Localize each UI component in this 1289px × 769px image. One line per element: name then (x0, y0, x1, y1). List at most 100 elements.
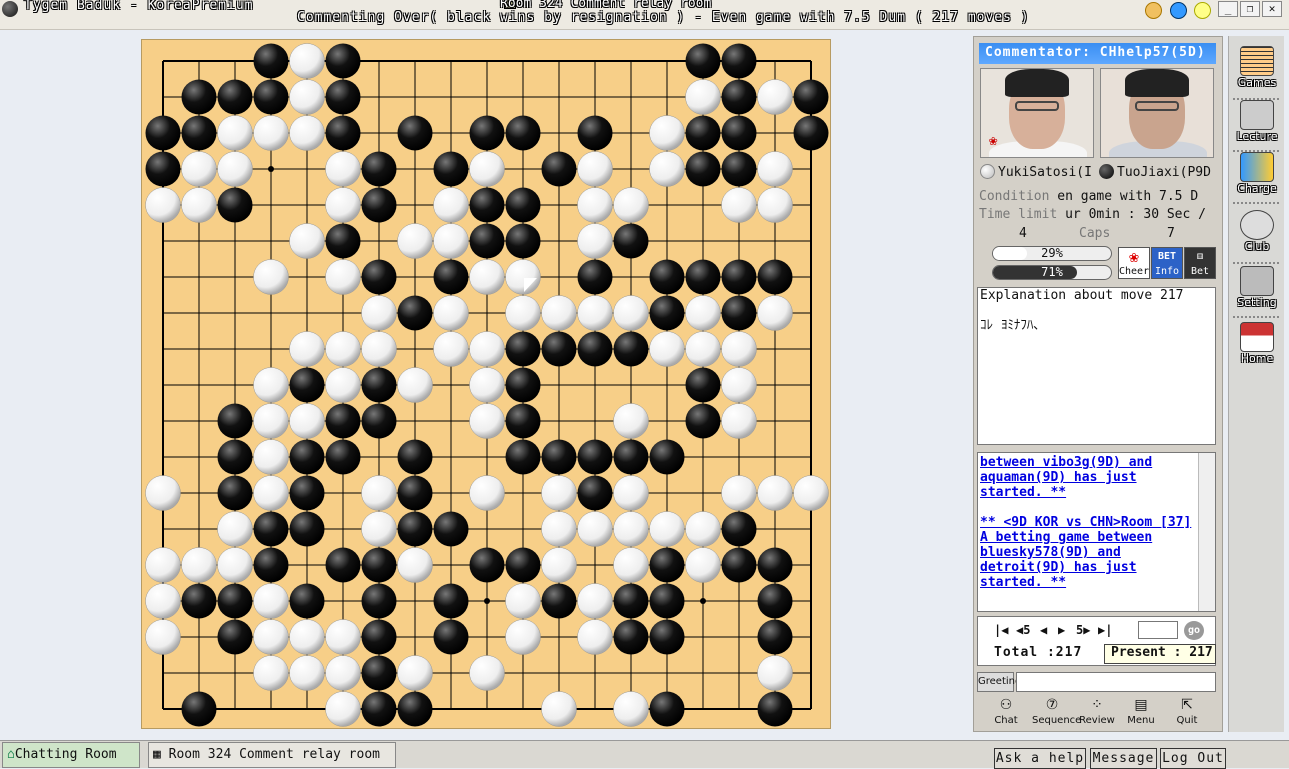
minimize-button[interactable]: _ (1218, 1, 1238, 17)
chat-button[interactable]: ⚇ Chat (986, 697, 1026, 729)
menu-separator (1233, 202, 1279, 204)
black-stone (397, 511, 433, 547)
review-label: Review (1079, 715, 1115, 726)
main-menu-bar: Games Lecture Charge Club Setting Home (1228, 36, 1284, 732)
cheer-button[interactable]: ❀ Cheer (1118, 247, 1150, 279)
white-stone (469, 403, 505, 439)
black-stone (289, 475, 325, 511)
search-icon[interactable] (1170, 2, 1187, 19)
white-stone (793, 475, 829, 511)
info-button[interactable]: BET Info (1151, 247, 1183, 279)
charge-label: Charge (1237, 182, 1277, 195)
first-move-button[interactable]: |◀ (994, 623, 1008, 637)
lecture-menu-item[interactable]: Lecture (1231, 96, 1283, 150)
tab-room-324[interactable]: ▦ Room 324 Comment relay room (148, 742, 396, 768)
white-stone (613, 511, 649, 547)
tab-chatting-room[interactable]: ⌂Chatting Room (2, 742, 140, 768)
black-stone (433, 151, 469, 187)
black-stone (361, 259, 397, 295)
white-stone (685, 331, 721, 367)
white-stone-icon (980, 164, 995, 179)
white-stone (217, 547, 253, 583)
black-stone (541, 439, 577, 475)
chat-scrollbar[interactable] (1198, 453, 1215, 611)
back-5-button[interactable]: ◀5 (1016, 623, 1030, 637)
white-stone (289, 223, 325, 259)
black-stone (649, 583, 685, 619)
white-stone (253, 403, 289, 439)
white-stone (289, 43, 325, 79)
white-stone (181, 547, 217, 583)
prev-move-button[interactable]: ◀ (1040, 623, 1047, 637)
logout-button[interactable]: Log Out (1160, 748, 1226, 769)
black-stone (685, 43, 721, 79)
white-stone (613, 403, 649, 439)
black-stone (541, 583, 577, 619)
restore-button[interactable]: ❐ (1240, 1, 1260, 17)
time-limit-row: Time limit ur 0min : 30 Sec / (979, 207, 1216, 224)
black-stone (505, 439, 541, 475)
next-move-button[interactable]: ▶ (1058, 623, 1065, 637)
white-player[interactable]: YukiSatosi(I (980, 164, 1098, 184)
go-button[interactable]: go (1184, 621, 1204, 640)
sequence-label: Sequence (1032, 715, 1082, 726)
menu-button[interactable]: ▤ Menu (1121, 697, 1161, 729)
white-stone (361, 511, 397, 547)
pencil-icon[interactable] (1145, 2, 1162, 19)
black-win-bar: 71% (992, 265, 1112, 280)
chat-log[interactable]: between vibo3g(9D) and aquaman(9D) has j… (977, 452, 1216, 612)
time-limit-label: Time limit (979, 207, 1058, 222)
white-stone (541, 511, 577, 547)
setting-label: Setting (1237, 296, 1277, 309)
chat-message[interactable]: between vibo3g(9D) and aquaman(9D) has j… (980, 455, 1195, 500)
exit-icon: ⇱ (1181, 697, 1193, 713)
rose-icon: ❀ (1129, 247, 1139, 266)
captures-label: Caps (1079, 226, 1111, 241)
white-player-photo: ❀ (980, 68, 1094, 158)
black-stone (253, 79, 289, 115)
ask-help-button[interactable]: Ask a help (994, 748, 1086, 769)
black-stone (181, 115, 217, 151)
white-stone (397, 223, 433, 259)
quit-label: Quit (1176, 715, 1198, 726)
white-stone (253, 259, 289, 295)
tv-icon (1240, 100, 1274, 130)
message-button[interactable]: Message (1090, 748, 1157, 769)
close-button[interactable]: ✕ (1262, 1, 1282, 17)
white-stone (541, 691, 577, 727)
app-logo-icon (2, 1, 18, 17)
sequence-button[interactable]: ⑦ Sequence (1032, 697, 1081, 729)
go-board[interactable] (141, 39, 831, 729)
white-stone (721, 403, 757, 439)
white-stone (721, 187, 757, 223)
black-stone (253, 547, 289, 583)
black-stone (181, 691, 217, 727)
home-menu-item[interactable]: Home (1231, 318, 1283, 372)
charge-menu-item[interactable]: Charge (1231, 148, 1283, 202)
white-stone (361, 475, 397, 511)
review-icon: ⁘ (1091, 697, 1103, 713)
white-stone (289, 403, 325, 439)
setting-menu-item[interactable]: Setting (1231, 262, 1283, 316)
black-stone (685, 403, 721, 439)
greeting-input[interactable] (1016, 672, 1216, 692)
forward-5-button[interactable]: 5▶ (1076, 623, 1090, 637)
review-button[interactable]: ⁘ Review (1077, 697, 1117, 729)
black-player[interactable]: TuoJiaxi(P9D (1099, 164, 1215, 184)
last-move-button[interactable]: ▶| (1098, 623, 1112, 637)
games-menu-item[interactable]: Games (1231, 42, 1283, 96)
lightbulb-help-icon[interactable] (1194, 2, 1211, 19)
quit-button[interactable]: ⇱ Quit (1167, 697, 1207, 729)
chat-message[interactable]: ** <9D KOR vs CHN>Room [37] A betting ga… (980, 515, 1195, 590)
white-stone (217, 115, 253, 151)
black-stone (505, 547, 541, 583)
club-menu-item[interactable]: Club (1231, 206, 1283, 260)
black-stone (505, 403, 541, 439)
goto-move-input[interactable] (1138, 621, 1178, 639)
white-stone (577, 295, 613, 331)
black-stone (505, 331, 541, 367)
bet-label: Bet (1190, 266, 1210, 277)
house-icon (1240, 322, 1274, 352)
bet-button[interactable]: ⚅ Bet (1184, 247, 1216, 279)
tools-icon (1240, 266, 1274, 296)
